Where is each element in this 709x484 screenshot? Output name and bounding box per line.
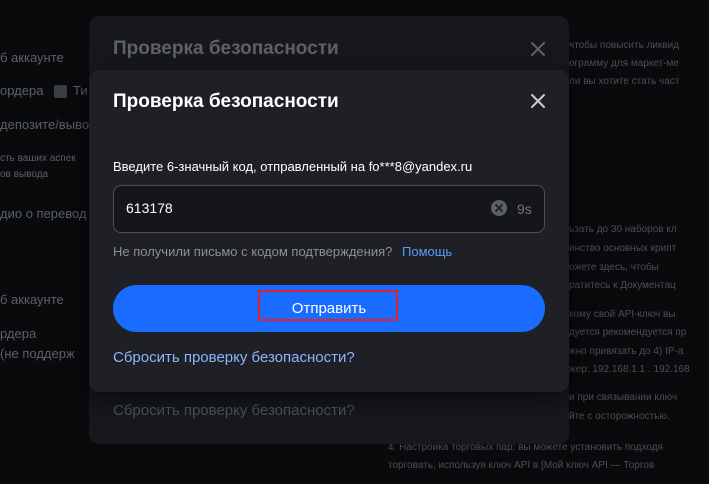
help-link[interactable]: Помощь — [402, 244, 452, 259]
back-dialog-title: Проверка безопасности — [113, 38, 339, 59]
bg-text: депозите/выво — [0, 117, 90, 132]
dialog-title: Проверка безопасности — [113, 91, 339, 112]
security-verification-dialog: Проверка безопасности Введите 6-значный … — [89, 70, 569, 392]
bg-text: сть ваших аспек — [0, 153, 76, 164]
bg-text: рдера — [0, 326, 37, 341]
submit-button[interactable]: Отправить — [113, 285, 545, 332]
close-icon — [531, 42, 545, 56]
back-reset-link: Сбросить проверку безопасности? — [113, 402, 355, 419]
resend-timer: 9s — [517, 201, 532, 217]
clear-circle-icon[interactable] — [491, 200, 507, 216]
bg-text: дио о перевод — [0, 206, 87, 221]
bg-text: жер: 192.168.1.1 . 192.168 — [569, 364, 690, 375]
bg-text: б аккаунте — [0, 50, 64, 65]
code-value[interactable]: 613178 — [126, 200, 173, 216]
bg-text: инство основных крипт — [569, 243, 677, 254]
bg-checkbox: Ти — [48, 83, 88, 99]
bg-text: ожете здесь, чтобы — [569, 262, 659, 273]
bg-text: (не поддерж — [0, 346, 75, 361]
checkbox-icon — [54, 85, 67, 99]
close-icon[interactable] — [529, 92, 547, 110]
bg-text: и при связывании ключ — [569, 392, 678, 403]
help-line: Не получили письмо с кодом подтверждения… — [113, 244, 452, 259]
bg-text: ли вы хотите стать част — [569, 76, 680, 87]
verification-code-input[interactable]: 613178 9s — [113, 185, 545, 233]
bg-text: ратитесь к Документац — [569, 280, 676, 291]
help-text: Не получили письмо с кодом подтверждения… — [113, 244, 393, 259]
submit-label: Отправить — [291, 300, 367, 317]
bg-text: йте с осторожностью. — [569, 411, 670, 422]
bg-text: дуется рекомендуется пр — [569, 327, 687, 338]
bg-text: ордера — [0, 83, 44, 98]
bg-text: чтобы повысить ликвид — [569, 40, 680, 51]
code-prompt: Введите 6-значный код, отправленный на f… — [113, 159, 473, 174]
bg-text: ьзать до 30 наборов кл — [569, 224, 677, 235]
bg-text: ограмму для маркет-ме — [569, 58, 679, 69]
bg-text: б аккаунте — [0, 292, 64, 307]
bg-text: торговать, используя ключ API в [Мой клю… — [388, 460, 655, 471]
reset-security-link[interactable]: Сбросить проверку безопасности? — [113, 349, 355, 366]
bg-text: жно привязать до 4) IP-а — [569, 346, 684, 357]
bg-text: кому свой API-ключ вы — [569, 309, 676, 320]
bg-text: ов вывода — [0, 169, 49, 180]
